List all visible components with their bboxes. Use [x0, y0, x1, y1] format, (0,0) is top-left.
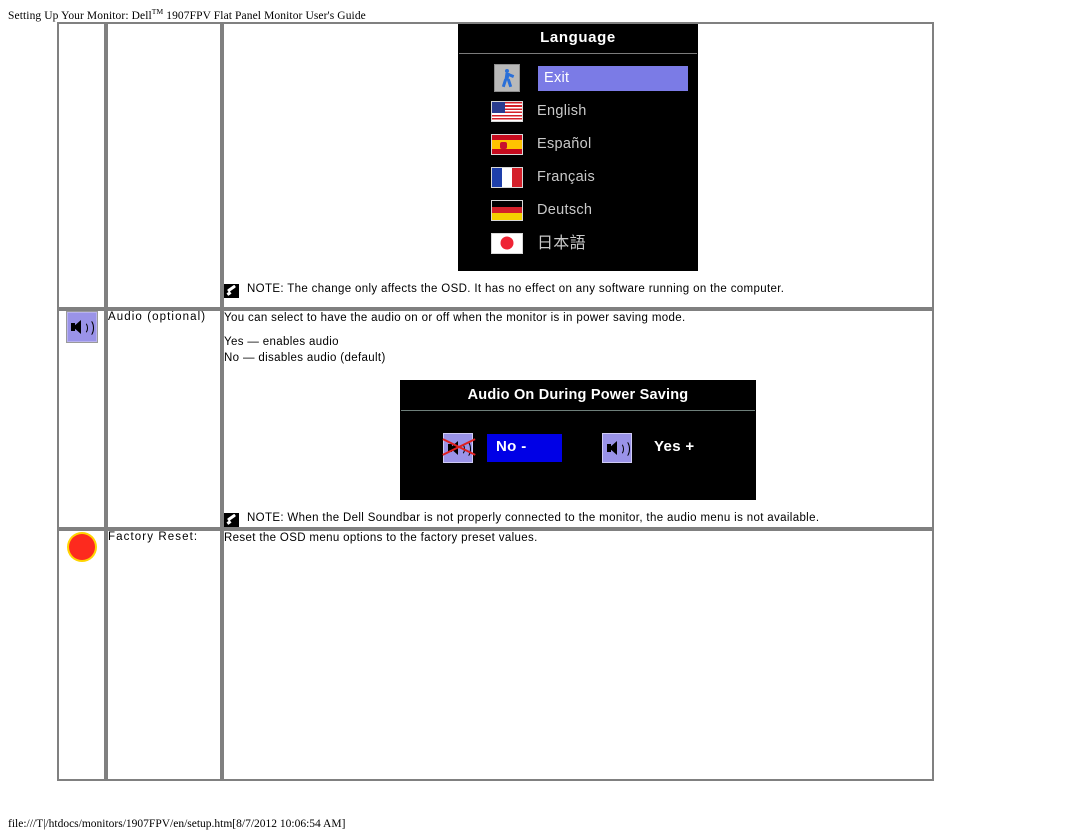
speaker-muted-icon — [443, 432, 473, 463]
osd-language-panel: Language Exit English Español Français D… — [458, 24, 698, 271]
osd-language-label-japanese: 日本語 — [537, 233, 586, 253]
speaker-icon — [602, 432, 632, 463]
note-pencil-icon — [224, 512, 239, 527]
osd-audio-title: Audio On During Power Saving — [401, 381, 755, 411]
exit-sign-icon — [494, 64, 520, 93]
osd-language-label-english: English — [537, 103, 587, 120]
note-audio: NOTE: When the Dell Soundbar is not prop… — [224, 512, 932, 527]
table-row: Audio (optional) You can select to have … — [57, 309, 934, 529]
note-language-text: NOTE: The change only affects the OSD. I… — [247, 282, 785, 295]
row-label-cell-factory-reset: Factory Reset: — [106, 528, 222, 781]
page-footer-url: file:///T|/htdocs/monitors/1907FPV/en/se… — [8, 818, 346, 830]
osd-language-title: Language — [459, 25, 697, 54]
osd-audio-panel: Audio On During Power Saving No - Yes + — [400, 379, 756, 500]
flag-spain-icon — [491, 133, 523, 155]
osd-language-label-exit: Exit — [538, 65, 688, 91]
row-desc-cell-audio: You can select to have the audio on or o… — [222, 309, 934, 529]
osd-audio-options: No - Yes + — [401, 411, 755, 499]
osd-language-label-francais: Français — [537, 169, 595, 186]
note-audio-text: NOTE: When the Dell Soundbar is not prop… — [247, 511, 820, 524]
table-row: Factory Reset: Reset the OSD menu option… — [57, 528, 934, 781]
speaker-icon — [65, 311, 98, 343]
osd-audio-option-yes[interactable]: Yes + — [654, 438, 695, 457]
flag-germany-icon — [491, 199, 523, 221]
osd-language-item-deutsch[interactable]: Deutsch — [459, 194, 697, 227]
factory-reset-description: Reset the OSD menu options to the factor… — [224, 531, 538, 544]
note-language: NOTE: The change only affects the OSD. I… — [224, 283, 932, 298]
osd-language-item-francais[interactable]: Français — [459, 161, 697, 194]
osd-language-label-deutsch: Deutsch — [537, 202, 593, 219]
osd-options-table: Language Exit English Español Français D… — [57, 22, 934, 781]
page-header-prefix: Setting Up Your Monitor: Dell — [8, 9, 152, 22]
audio-option-yes-desc: Yes — enables audio — [224, 336, 339, 349]
trademark-symbol: TM — [151, 7, 164, 16]
row-icon-cell-language — [57, 22, 106, 309]
table-row: Language Exit English Español Français D… — [57, 22, 934, 309]
page-header: Setting Up Your Monitor: DellTM 1907FPV … — [8, 7, 366, 22]
note-pencil-icon — [224, 283, 239, 298]
osd-language-label-espanol: Español — [537, 136, 592, 153]
osd-audio-option-no[interactable]: No - — [487, 433, 562, 462]
osd-language-item-japanese[interactable]: 日本語 — [459, 227, 697, 260]
row-label-cell-language — [106, 22, 222, 309]
row-desc-cell-language: Language Exit English Español Français D… — [222, 22, 934, 309]
osd-language-item-english[interactable]: English — [459, 95, 697, 128]
osd-language-list: Exit English Español Français Deutsch 日本… — [459, 54, 697, 270]
row-icon-cell-audio — [57, 309, 106, 529]
flag-japan-icon — [491, 232, 523, 254]
osd-language-item-exit[interactable]: Exit — [459, 62, 697, 95]
row-icon-cell-factory-reset — [57, 528, 106, 781]
flag-usa-icon — [491, 100, 523, 122]
row-desc-cell-factory-reset: Reset the OSD menu options to the factor… — [222, 528, 934, 781]
audio-description: You can select to have the audio on or o… — [224, 312, 686, 324]
red-circle-icon — [68, 533, 95, 560]
flag-france-icon — [491, 166, 523, 188]
osd-language-item-espanol[interactable]: Español — [459, 128, 697, 161]
row-label-cell-audio: Audio (optional) — [106, 309, 222, 529]
page-header-suffix: 1907FPV Flat Panel Monitor User's Guide — [163, 9, 366, 22]
audio-option-no-desc: No — disables audio (default) — [224, 351, 386, 364]
